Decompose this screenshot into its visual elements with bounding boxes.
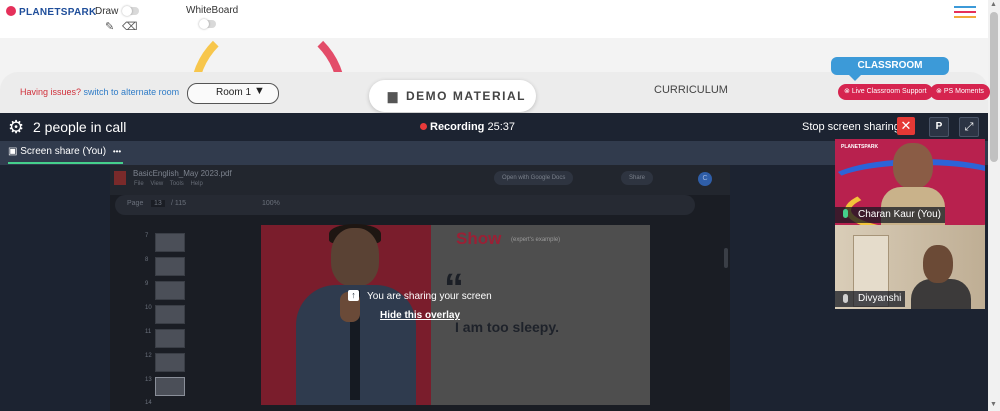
screen-share-icon: ▣ [8, 146, 18, 157]
eraser-icon[interactable]: ⌫ [122, 20, 138, 33]
demo-material-label: DEMO MATERIAL [406, 89, 526, 103]
pdf-scrollbar [724, 248, 728, 268]
slide-content [431, 225, 650, 405]
scroll-down-arrow-icon[interactable]: ▼ [990, 401, 997, 408]
slide-subheading: (expert's example) [511, 237, 561, 243]
whiteboard-toggle[interactable] [199, 19, 216, 29]
page-total: / 115 [171, 200, 187, 207]
participant-name: Divyanshi [858, 293, 902, 304]
gear-icon[interactable]: ⚙ [8, 118, 24, 136]
recording-label: Recording [430, 121, 485, 133]
pdf-share-button: Share [621, 171, 654, 185]
pdf-menu: File View Tools Help [134, 181, 203, 187]
demo-material-button[interactable]: ▆ DEMO MATERIAL [369, 80, 536, 112]
participant-image [893, 143, 933, 189]
live-support-label: Live Classroom Support [851, 88, 927, 95]
open-with-google-docs-button: Open with Google Docs [494, 171, 574, 185]
page-thumbnail [155, 353, 185, 372]
page-thumbnail [155, 329, 185, 348]
thumbnail-column: 7 8 9 10 11 12 13 14 [115, 225, 195, 411]
planetspark-watermark: PLANETSPARK [841, 144, 879, 150]
close-circle-icon: ⊗ [936, 88, 942, 95]
thumbnail-number: 14 [145, 400, 152, 406]
live-classroom-support-button[interactable]: ⊗ Live Classroom Support [838, 84, 933, 100]
classroom-tab[interactable]: CLASSROOM [831, 57, 949, 81]
ps-moments-label: PS Moments [943, 88, 984, 95]
people-count: 2 people in call [33, 119, 127, 135]
thumbnail-number: 11 [145, 329, 152, 335]
dropdown-arrow-icon: ▼ [254, 85, 265, 97]
whiteboard-label: WhiteBoard [186, 5, 239, 16]
thumbnail-number: 13 [145, 377, 152, 383]
room-select[interactable]: Room 1 ▼ [187, 83, 279, 104]
issue-notice: Having issues? switch to alternate room [20, 87, 179, 97]
person-image [331, 228, 379, 286]
slide-quote: I am too sleepy. [455, 319, 559, 335]
avatar: C [698, 172, 712, 186]
tab-options-icon[interactable]: ••• [113, 147, 121, 156]
mic-on-icon [843, 209, 848, 218]
ps-moments-button[interactable]: ⊗ PS Moments [930, 84, 990, 100]
p-button[interactable]: P [929, 117, 949, 137]
draw-toggle[interactable] [122, 6, 139, 16]
planetspark-logo: PLANETSPARK [6, 6, 97, 18]
thumbnail-number: 12 [145, 353, 152, 359]
top-bar [0, 0, 988, 38]
page-thumbnail [155, 281, 185, 300]
tab-screen-share[interactable]: ▣ Screen share (You) ••• [8, 146, 124, 164]
alternate-room-link[interactable]: switch to alternate room [84, 87, 180, 97]
thumbnail-number: 7 [145, 233, 149, 239]
page-thumbnail-selected [155, 377, 185, 396]
recording-time: 25:37 [487, 121, 515, 133]
page-label: Page [127, 200, 144, 207]
participant-name-tag: Divyanshi [835, 291, 905, 307]
room-select-value: Room 1 [216, 87, 252, 98]
curriculum-tab[interactable]: CURRICULUM [654, 84, 728, 96]
tab-screen-share-label: Screen share (You) [20, 146, 107, 157]
quote-icon: “ [444, 266, 464, 310]
close-circle-icon: ⊗ [844, 88, 850, 95]
logo-mark-icon [6, 6, 16, 16]
pdf-file-icon [114, 171, 126, 185]
page-thumbnail [155, 233, 185, 252]
thumbnail-number: 10 [145, 305, 152, 311]
thumbnail-number: 8 [145, 257, 149, 263]
thumbnail-number: 9 [145, 281, 149, 287]
mic-icon [843, 294, 848, 303]
pdf-file-name: BasicEnglish_May 2023.pdf [133, 169, 232, 178]
folder-icon: ▆ [388, 89, 399, 103]
participant-name: Charan Kaur (You) [858, 209, 942, 220]
stop-screen-sharing-button[interactable]: Stop screen sharing [802, 121, 900, 133]
share-screen-icon: ↑ [348, 290, 359, 301]
participant-image [923, 245, 953, 283]
scroll-up-arrow-icon[interactable]: ▲ [990, 1, 997, 8]
page-thumbnail [155, 305, 185, 324]
hide-overlay-link[interactable]: Hide this overlay [380, 310, 460, 321]
draw-label: Draw [95, 6, 119, 17]
participant-name-tag: Charan Kaur (You) [835, 207, 945, 223]
recording-dot-icon [420, 123, 427, 130]
pdf-toolbar: Page 13 / 115 100% [115, 195, 695, 215]
page-scrollbar-thumb[interactable] [990, 12, 998, 162]
expand-icon[interactable]: ⤢ [959, 117, 979, 137]
slide-heading: Show [456, 229, 502, 248]
issue-text: Having issues? [20, 87, 82, 97]
participant-image [911, 279, 971, 309]
page-thumbnail [155, 257, 185, 276]
pencil-icon[interactable]: ✎ [105, 20, 114, 33]
sharing-message: You are sharing your screen [367, 291, 492, 302]
hamburger-menu-icon[interactable] [954, 6, 976, 21]
close-share-button[interactable]: ✕ [897, 117, 915, 135]
zoom-level: 100% [262, 200, 280, 207]
page-number: 13 [151, 200, 165, 207]
recording-status: Recording 25:37 [420, 121, 515, 133]
